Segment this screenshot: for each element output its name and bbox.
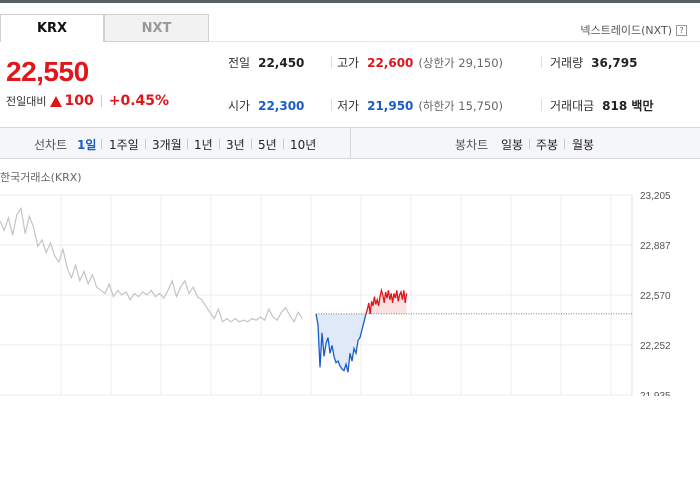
period-divider <box>564 139 565 149</box>
top-border <box>0 0 700 3</box>
nxt-link-label: 넥스트레이드(NXT) <box>580 24 672 37</box>
period-1y[interactable]: 1년 <box>194 136 213 153</box>
period-3m[interactable]: 3개월 <box>152 136 182 153</box>
stat-prev-close: 전일 22,450 <box>228 54 304 71</box>
stat-volume: 거래량 36,795 <box>550 54 637 71</box>
y-tick-label: 21,935 <box>640 391 671 396</box>
period-divider <box>529 139 530 149</box>
help-icon[interactable]: ? <box>676 24 687 36</box>
period-1w[interactable]: 1주일 <box>109 136 139 153</box>
period-monthly-candle[interactable]: 월봉 <box>572 136 594 153</box>
period-1d[interactable]: 1일 <box>77 136 96 153</box>
stat-label: 전일 <box>228 56 251 70</box>
chart-grid <box>0 194 633 396</box>
stat-divider <box>331 56 332 68</box>
line-chart-label: 선차트 <box>34 138 68 152</box>
period-divider <box>283 139 284 149</box>
period-divider <box>101 139 102 149</box>
tab-divider <box>209 41 700 42</box>
y-tick-label: 22,252 <box>640 341 671 352</box>
price-chart[interactable]: 23,205 22,887 22,570 22,252 21,935 <box>0 185 700 396</box>
stat-divider <box>541 56 542 68</box>
change-separator <box>100 95 102 107</box>
exchange-label: 한국거래소(KRX) <box>0 171 82 184</box>
y-tick-label: 23,205 <box>640 191 671 202</box>
change-amount: 100 <box>64 93 94 109</box>
stat-value: 22,450 <box>258 55 305 70</box>
stat-label: 거래량 <box>550 56 584 70</box>
period-weekly-candle[interactable]: 주봉 <box>536 136 558 153</box>
lower-limit: (하한가 15,750) <box>418 98 504 113</box>
candle-chart-label: 봉차트 <box>455 138 489 152</box>
period-3y[interactable]: 3년 <box>226 136 245 153</box>
stat-divider <box>331 99 332 111</box>
y-tick-label: 22,887 <box>640 241 671 252</box>
stat-label: 거래대금 <box>550 99 595 113</box>
stat-high: 고가 22,600 (상한가 29,150) <box>337 54 503 71</box>
stat-open: 시가 22,300 <box>228 97 304 114</box>
period-section-divider <box>350 128 351 158</box>
period-divider <box>251 139 252 149</box>
y-tick-label: 22,570 <box>640 291 671 302</box>
stat-label: 고가 <box>337 56 360 70</box>
stat-label: 시가 <box>228 99 251 113</box>
stat-value: 22,600 <box>367 55 414 70</box>
series-line-previous-session <box>0 206 303 324</box>
stat-value: 36,795 <box>591 55 638 70</box>
period-daily-candle[interactable]: 일봉 <box>501 136 523 153</box>
chart-period-bar: 선차트 1일 1주일 3개월 1년 3년 5년 10년 봉차트 일봉 주봉 월봉 <box>0 127 700 159</box>
stat-low: 저가 21,950 (하한가 15,750) <box>337 97 503 114</box>
period-5y[interactable]: 5년 <box>258 136 277 153</box>
tab-krx[interactable]: KRX <box>0 14 104 42</box>
upper-limit: (상한가 29,150) <box>418 55 504 70</box>
current-price: 22,550 <box>6 56 89 87</box>
period-divider <box>219 139 220 149</box>
stat-value: 818 백만 <box>602 99 654 113</box>
period-10y[interactable]: 10년 <box>290 136 316 153</box>
y-axis-ticks: 23,205 22,887 22,570 22,252 21,935 <box>640 191 671 396</box>
stat-amount: 거래대금 818 백만 <box>550 97 653 114</box>
up-arrow-icon <box>50 95 63 107</box>
stat-divider <box>541 99 542 111</box>
change-percent: +0.45% <box>108 93 170 109</box>
period-divider <box>187 139 188 149</box>
change-label: 전일대비 <box>6 95 47 108</box>
stat-label: 저가 <box>337 99 360 113</box>
price-change: 전일대비 100 +0.45% <box>6 93 169 109</box>
stat-value: 21,950 <box>367 98 414 113</box>
period-divider <box>145 139 146 149</box>
tab-nxt[interactable]: NXT <box>104 14 209 42</box>
chart-plot <box>0 206 632 373</box>
stat-value: 22,300 <box>258 98 305 113</box>
nxt-link[interactable]: 넥스트레이드(NXT) ? <box>580 22 687 38</box>
